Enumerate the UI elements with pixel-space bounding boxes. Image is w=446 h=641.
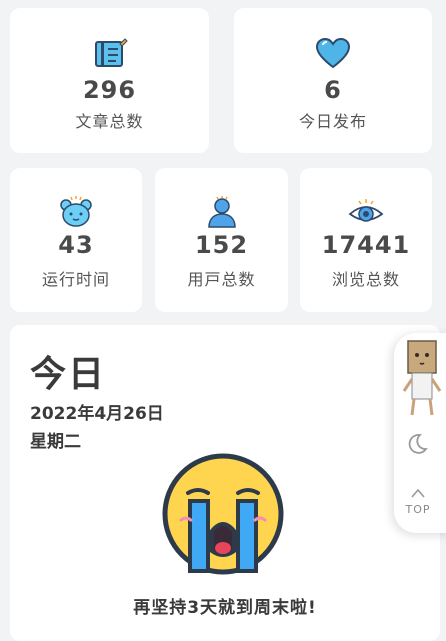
stat-card-views: 17441 浏览总数	[300, 168, 432, 312]
today-card: 今日 2022年4月26日 星期二 再坚持3天就到周末啦!	[10, 325, 440, 641]
box-head-mascot-icon[interactable]	[400, 339, 444, 419]
back-to-top-label: TOP	[405, 503, 431, 516]
today-title: 今日	[30, 354, 107, 395]
articles-count: 296	[82, 76, 137, 104]
back-to-top-button[interactable]: TOP	[398, 483, 438, 523]
today-message: 再坚持3天就到周末啦!	[133, 598, 317, 618]
chevron-up-icon	[411, 488, 425, 498]
user-icon	[207, 196, 236, 228]
stat-card-uptime: 43 运行时间	[10, 168, 142, 312]
moon-icon[interactable]	[406, 433, 428, 455]
today-date: 2022年4月26日	[30, 404, 164, 424]
today-posts-label: 今日发布	[298, 112, 367, 131]
notebook-icon	[94, 38, 128, 67]
uptime-count: 43	[58, 231, 94, 259]
floating-side-panel: TOP	[394, 333, 446, 533]
views-count: 17441	[321, 231, 411, 259]
uptime-label: 运行时间	[41, 270, 110, 289]
crying-face-icon	[162, 453, 284, 575]
today-posts-count: 6	[324, 76, 342, 104]
bear-clock-icon	[60, 196, 92, 227]
today-weekday: 星期二	[30, 432, 81, 452]
stat-card-users: 152 用戸总数	[155, 168, 288, 312]
views-label: 浏览总数	[331, 270, 400, 289]
users-label: 用戸总数	[187, 270, 256, 289]
eye-icon	[348, 199, 384, 222]
stat-card-articles: 296 文章总数	[10, 8, 209, 153]
heart-icon	[315, 38, 351, 69]
users-count: 152	[194, 231, 249, 259]
articles-label: 文章总数	[75, 112, 144, 131]
stat-card-today-posts: 6 今日发布	[234, 8, 432, 153]
